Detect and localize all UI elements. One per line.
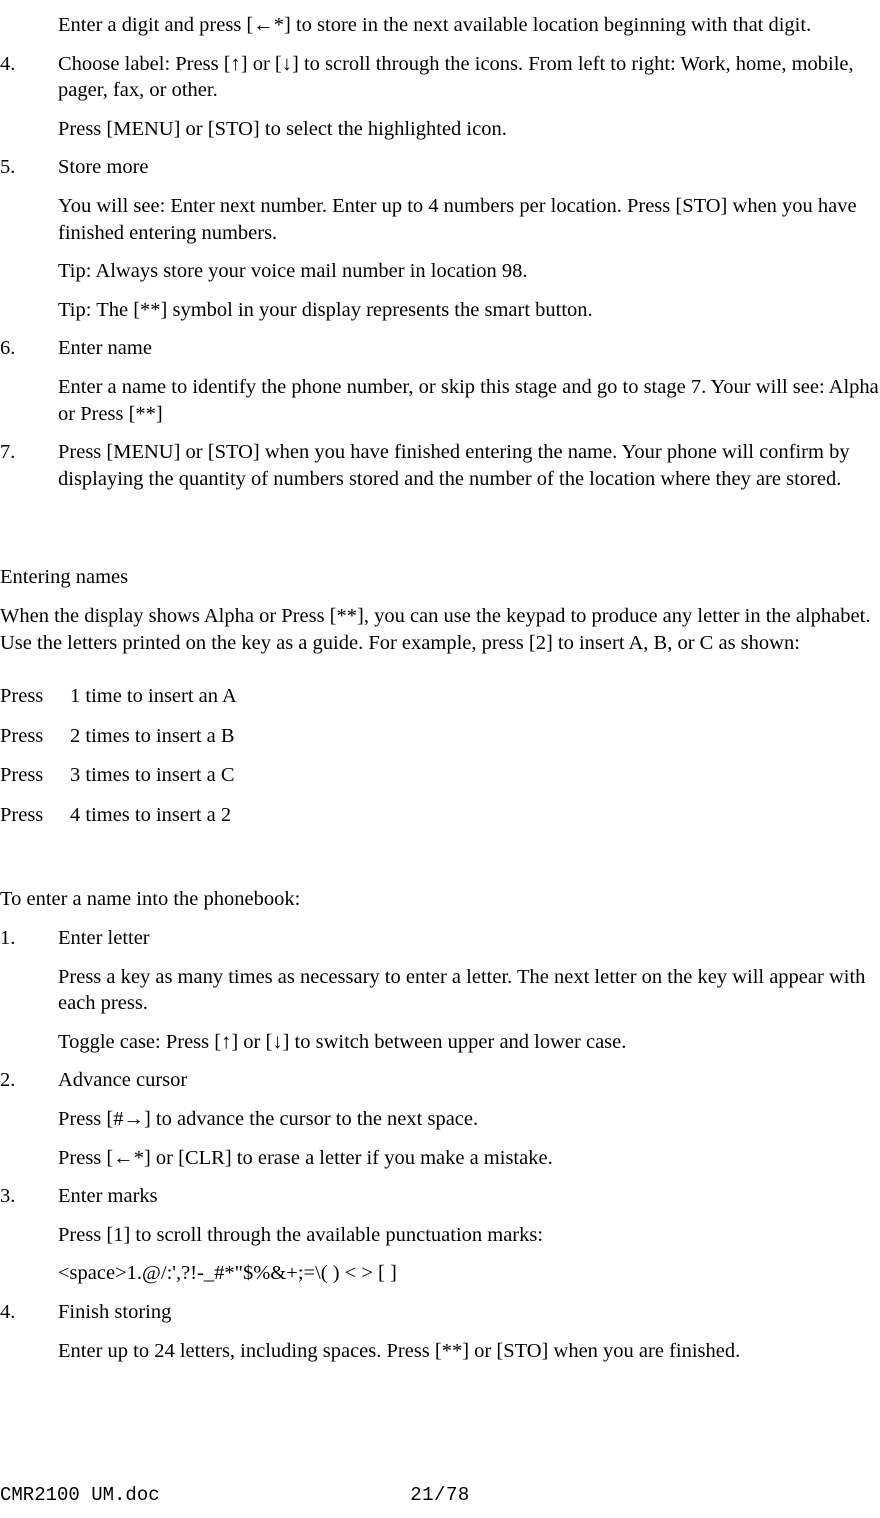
step-5-tip-2: Tip: The [**] symbol in your display rep…: [0, 297, 880, 324]
press-row-1: Press 1 time to insert an A: [0, 683, 880, 710]
procedure-item-3: 3. Enter marks: [0, 1183, 880, 1210]
press-label-2: Press: [0, 724, 44, 747]
entering-names-intro: When the display shows Alpha or Press [*…: [0, 603, 880, 656]
procedure-4-sub-1: Enter up to 24 letters, including spaces…: [0, 1338, 880, 1365]
procedure-1-sub-2: Toggle case: Press [↑] or [↓] to switch …: [0, 1029, 880, 1056]
procedure-number-3: 3.: [0, 1185, 16, 1208]
procedure-2-sub-1-text: Press [#→] to advance the cursor to the …: [58, 1108, 479, 1131]
entering-names-intro-text: When the display shows Alpha or Press [*…: [0, 604, 871, 654]
step-item-7: 7. Press [MENU] or [STO] when you have f…: [0, 439, 880, 492]
press-text-2: 2 times to insert a B: [70, 724, 235, 747]
page-content: Enter a digit and press [←*] to store in…: [0, 0, 880, 1364]
press-label-4: Press: [0, 803, 44, 826]
press-label-3: Press: [0, 764, 44, 787]
procedure-text-3: Enter marks: [58, 1185, 158, 1208]
document-page: Enter a digit and press [←*] to store in…: [0, 0, 880, 1518]
step-5-tip-2-text: Tip: The [**] symbol in your display rep…: [58, 298, 593, 321]
procedure-gap: [0, 828, 880, 874]
procedure-2-sub-2: Press [←*] or [CLR] to erase a letter if…: [0, 1145, 880, 1172]
procedure-3-sub-1-text: Press [1] to scroll through the availabl…: [58, 1223, 544, 1246]
section-gap-2: [0, 538, 880, 564]
step-5-sub-1-text: You will see: Enter next number. Enter u…: [58, 194, 857, 244]
procedure-1-sub-1-text: Press a key as many times as necessary t…: [58, 965, 866, 1015]
procedure-1-sub-2-text: Toggle case: Press [↑] or [↓] to switch …: [58, 1030, 627, 1053]
step-text-7: Press [MENU] or [STO] when you have fini…: [58, 441, 850, 490]
procedure-item-2: 2. Advance cursor: [0, 1067, 880, 1094]
step-number-4: 4.: [0, 52, 16, 75]
procedure-lead-in: To enter a name into the phonebook:: [0, 886, 880, 913]
step-item-5: 5. Store more: [0, 154, 880, 181]
procedure-text-1: Enter letter: [58, 927, 150, 950]
step-3-continuation: Enter a digit and press [←*] to store in…: [0, 12, 880, 39]
procedure-number-1: 1.: [0, 927, 16, 950]
punctuation-marks-list: <space>1.@/:',?!-_#*"$%&+;=\( ) < > [ ]: [0, 1260, 880, 1287]
section-heading-entering-names: Entering names: [0, 566, 129, 589]
section-gap-1: [0, 492, 880, 538]
step-item-4: 4. Choose label: Press [↑] or [↓] to scr…: [0, 51, 880, 104]
procedure-4-sub-1-text: Enter up to 24 letters, including spaces…: [58, 1339, 741, 1362]
step-item-6: 6. Enter name: [0, 335, 880, 362]
procedure-2-sub-1: Press [#→] to advance the cursor to the …: [0, 1106, 880, 1133]
step-5-sub-1: You will see: Enter next number. Enter u…: [0, 193, 880, 246]
press-row-2: Press 2 times to insert a B: [0, 723, 880, 750]
step-6-sub-1: Enter a name to identify the phone numbe…: [0, 374, 880, 427]
page-footer: CMR2100 UM.doc 21/78: [0, 1480, 880, 1510]
procedure-3-sub-1: Press [1] to scroll through the availabl…: [0, 1222, 880, 1249]
press-text-1: 1 time to insert an A: [70, 685, 237, 708]
procedure-2-sub-2-text: Press [←*] or [CLR] to erase a letter if…: [58, 1146, 553, 1169]
procedure-lead-in-text: To enter a name into the phonebook:: [0, 888, 301, 911]
press-text-4: 4 times to insert a 2: [70, 803, 232, 826]
step-number-5: 5.: [0, 156, 16, 179]
step-text-4: Choose label: Press [↑] or [↓] to scroll…: [58, 52, 854, 102]
step-number-7: 7.: [0, 441, 16, 464]
procedure-text-4: Finish storing: [58, 1301, 172, 1323]
procedure-number-2: 2.: [0, 1069, 16, 1092]
press-table-gap: [0, 656, 880, 670]
procedure-1-sub-1: Press a key as many times as necessary t…: [0, 964, 880, 1017]
footer-page-number: 21/78: [410, 1484, 470, 1506]
step-text-5: Store more: [58, 156, 149, 179]
procedure-text-2: Advance cursor: [58, 1069, 188, 1092]
punctuation-marks-text: <space>1.@/:',?!-_#*"$%&+;=\( ) < > [ ]: [58, 1262, 397, 1285]
step-text-6: Enter name: [58, 337, 152, 360]
press-row-4: Press 4 times to insert a 2: [0, 802, 880, 829]
procedure-item-4: 4. Finish storing: [0, 1299, 880, 1326]
press-row-3: Press 3 times to insert a C: [0, 762, 880, 789]
procedure-number-4: 4.: [0, 1301, 16, 1323]
press-text-3: 3 times to insert a C: [70, 764, 235, 787]
step-5-tip-1-text: Tip: Always store your voice mail number…: [58, 260, 528, 283]
step-6-sub-1-text: Enter a name to identify the phone numbe…: [58, 375, 879, 425]
procedure-item-1: 1. Enter letter: [0, 925, 880, 952]
press-label-1: Press: [0, 685, 44, 708]
step-5-tip-1: Tip: Always store your voice mail number…: [0, 258, 880, 285]
step-3-continuation-text: Enter a digit and press [←*] to store in…: [58, 14, 812, 36]
step-4-sub-1: Press [MENU] or [STO] to select the high…: [0, 116, 880, 143]
step-number-6: 6.: [0, 337, 16, 360]
step-4-sub-1-text: Press [MENU] or [STO] to select the high…: [58, 117, 507, 140]
